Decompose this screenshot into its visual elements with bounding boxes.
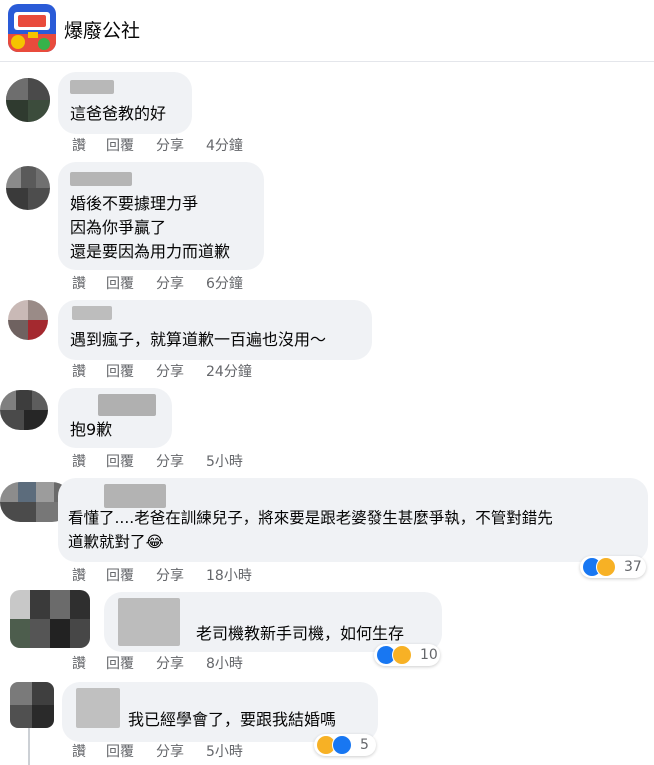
comment-time[interactable]: 5小時: [206, 452, 243, 472]
blurred-author-name[interactable]: [70, 172, 132, 186]
avatar[interactable]: [10, 590, 90, 648]
comment-time[interactable]: 24分鐘: [206, 362, 252, 382]
comment-bubble: 老司機教新手司機，如何生存: [104, 592, 442, 652]
comment-text: 我已經學會了，要跟我結婚嗎: [128, 710, 337, 729]
comment-bubble: 看懂了....老爸在訓練兒子，將來要是跟老婆發生甚麼爭執，不管對錯先 道歉就對了…: [58, 478, 648, 562]
comment-text: 婚後不要據理力爭 因為你爭贏了 還是要因為用力而道歉: [70, 194, 231, 261]
comment-time[interactable]: 18小時: [206, 566, 252, 586]
like-link[interactable]: 讚: [72, 654, 86, 674]
share-link[interactable]: 分享: [156, 452, 184, 472]
comment-text: 這爸爸教的好: [70, 104, 167, 123]
comment-bubble: 我已經學會了，要跟我結婚嗎: [62, 682, 378, 742]
haha-reaction-icon: [392, 645, 412, 665]
reply-link[interactable]: 回覆: [106, 136, 134, 156]
like-link[interactable]: 讚: [72, 362, 86, 382]
blurred-author-name[interactable]: [118, 598, 180, 646]
reaction-count: 10: [420, 647, 438, 663]
comment-bubble: 這爸爸教的好: [58, 72, 192, 134]
page-title[interactable]: 爆廢公社: [64, 16, 140, 43]
avatar[interactable]: [8, 300, 48, 340]
comment-actions: 讚 回覆 分享 6分鐘: [72, 274, 372, 294]
avatar[interactable]: [10, 682, 54, 728]
avatar[interactable]: [6, 166, 50, 210]
comment-actions: 讚 回覆 分享 5小時: [72, 742, 372, 762]
baofei-logo-icon[interactable]: [8, 4, 56, 52]
comment-bubble: 遇到瘋子，就算道歉一百遍也沒用～: [58, 300, 372, 360]
comment-text: 抱9歉: [70, 420, 113, 439]
blurred-author-name[interactable]: [98, 394, 156, 416]
reply-link[interactable]: 回覆: [106, 274, 134, 294]
reaction-summary[interactable]: 10: [374, 644, 440, 666]
blurred-author-name[interactable]: [104, 484, 166, 508]
haha-reaction-icon: [596, 557, 616, 577]
like-link[interactable]: 讚: [72, 452, 86, 472]
share-link[interactable]: 分享: [156, 654, 184, 674]
share-link[interactable]: 分享: [156, 742, 184, 762]
blurred-author-name[interactable]: [72, 306, 112, 320]
comment-actions: 讚 回覆 分享 4分鐘: [72, 136, 372, 156]
like-link[interactable]: 讚: [72, 136, 86, 156]
reply-link[interactable]: 回覆: [106, 566, 134, 586]
comment-text: 看懂了....老爸在訓練兒子，將來要是跟老婆發生甚麼爭執，不管對錯先 道歉就對了…: [68, 509, 553, 551]
comment-actions: 讚 回覆 分享 18小時: [72, 566, 372, 586]
avatar[interactable]: [6, 78, 50, 122]
reply-link[interactable]: 回覆: [106, 362, 134, 382]
like-link[interactable]: 讚: [72, 274, 86, 294]
share-link[interactable]: 分享: [156, 274, 184, 294]
comment-text: 老司機教新手司機，如何生存: [196, 624, 405, 643]
avatar[interactable]: [0, 390, 48, 430]
reaction-count: 37: [624, 559, 642, 575]
comment-time[interactable]: 6分鐘: [206, 274, 243, 294]
share-link[interactable]: 分享: [156, 362, 184, 382]
reply-link[interactable]: 回覆: [106, 742, 134, 762]
reply-link[interactable]: 回覆: [106, 654, 134, 674]
blurred-author-name[interactable]: [70, 80, 114, 94]
comment-actions: 讚 回覆 分享 8小時: [72, 654, 372, 674]
like-link[interactable]: 讚: [72, 566, 86, 586]
comment-time[interactable]: 5小時: [206, 742, 243, 762]
blurred-author-name[interactable]: [76, 688, 120, 728]
like-link[interactable]: 讚: [72, 742, 86, 762]
comment-text: 遇到瘋子，就算道歉一百遍也沒用～: [70, 330, 327, 349]
reaction-summary[interactable]: 37: [580, 556, 646, 578]
page-header: 爆廢公社: [0, 0, 654, 62]
share-link[interactable]: 分享: [156, 566, 184, 586]
comment-time[interactable]: 8小時: [206, 654, 243, 674]
comment-bubble: 抱9歉: [58, 388, 172, 448]
comment-actions: 讚 回覆 分享 5小時: [72, 452, 372, 472]
comment-time[interactable]: 4分鐘: [206, 136, 243, 156]
reply-link[interactable]: 回覆: [106, 452, 134, 472]
comment-bubble: 婚後不要據理力爭 因為你爭贏了 還是要因為用力而道歉: [58, 162, 264, 270]
share-link[interactable]: 分享: [156, 136, 184, 156]
comment-actions: 讚 回覆 分享 24分鐘: [72, 362, 372, 382]
